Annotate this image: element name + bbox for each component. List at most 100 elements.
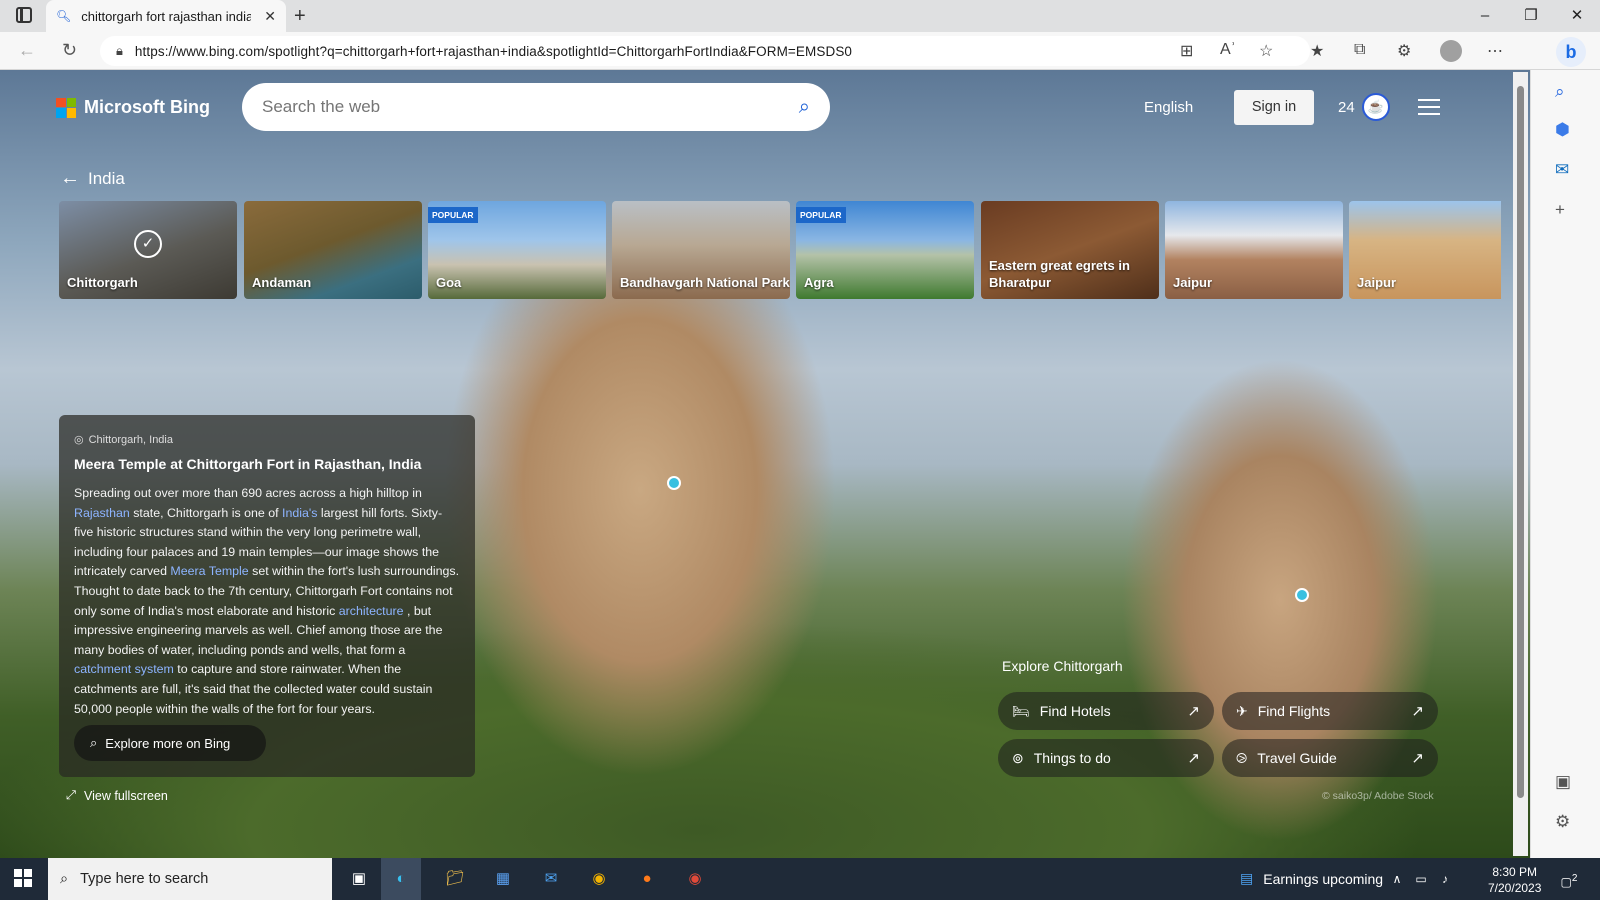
add-sidebar-app-icon[interactable]: + [1555,200,1565,220]
file-explorer-icon[interactable]: 📁︎ [442,866,468,892]
card-bandhavgarh[interactable]: Bandhavgarh National Park [612,201,790,299]
hamburger-menu-icon[interactable] [1418,99,1440,120]
things-to-do-button[interactable]: ⊚ Things to do ↗ [998,739,1214,777]
card-agra[interactable]: POPULAR Agra [796,201,974,299]
rewards-trophy-icon[interactable]: ☕ [1362,93,1390,121]
find-hotels-button[interactable]: 🛏︎ Find Hotels ↗ [998,692,1214,730]
taskbar-search[interactable]: ⌕ Type here to search [48,858,332,900]
url-text[interactable]: https://www.bing.com/spotlight?q=chittor… [135,44,852,59]
link-architecture[interactable]: architecture [339,604,404,618]
notifications-icon[interactable]: ▢2 [1556,866,1582,892]
card-chittorgarh[interactable]: ✓ Chittorgarh [59,201,237,299]
hotspot-dot[interactable] [1295,588,1309,602]
card-bharatpur[interactable]: Eastern great egrets in Bharatpur [981,201,1159,299]
active-tab[interactable]: 🔍︎ chittorgarh fort rajasthan india - ✕ [46,0,286,32]
card-goa[interactable]: POPULAR Goa [428,201,606,299]
find-flights-button[interactable]: ✈ Find Flights ↗ [1222,692,1438,730]
window-controls: – ❐ ✕ [1462,0,1600,32]
selected-check-icon: ✓ [134,230,162,258]
refresh-icon[interactable]: ↻ [62,40,77,61]
link-meera-temple[interactable]: Meera Temple [170,564,248,578]
lock-icon[interactable]: 🔒︎ [116,43,123,59]
sidebar-tools-icon[interactable]: ⬢ [1555,120,1570,140]
hotspot-dot[interactable] [667,476,681,490]
minimize-icon[interactable]: – [1462,0,1508,32]
location-pin-icon: ◎ [74,434,84,446]
clock-date: 7/20/2023 [1488,881,1542,895]
close-tab-icon[interactable]: ✕ [264,8,276,25]
card-label: Chittorgarh [67,275,138,290]
popular-badge: POPULAR [796,207,846,223]
more-icon[interactable]: ⋯ [1487,41,1503,61]
brand-name: Microsoft Bing [84,97,210,117]
search-icon[interactable]: ⌕ [799,96,810,119]
card-andaman[interactable]: Andaman [244,201,422,299]
read-aloud-icon[interactable]: Aʾ [1220,41,1236,59]
address-bar-row: ← ↻ 🔒︎ https://www.bing.com/spotlight?q=… [0,32,1600,70]
card-label: Jaipur [1173,275,1213,290]
card-jaipur-2[interactable]: Jaipur [1349,201,1501,299]
mail-icon[interactable]: ✉ [538,866,564,892]
outlook-icon[interactable]: ✉ [1555,160,1569,180]
news-text: Earnings upcoming [1263,870,1384,887]
bed-icon: 🛏︎ [1012,702,1030,719]
card-jaipur-1[interactable]: Jaipur [1165,201,1343,299]
windows-start-icon[interactable] [14,869,32,887]
settings-icon[interactable]: ⚙ [1555,812,1570,832]
scrollbar-thumb[interactable] [1517,86,1524,798]
link-india[interactable]: India's [282,506,317,520]
search-box[interactable]: ⌕ [242,83,830,131]
profile-avatar[interactable] [1440,40,1462,62]
tray-overflow-icon[interactable]: ∧ [1384,866,1410,892]
text: state, Chittorgarh is one of [129,505,283,520]
sidebar-panel-icon[interactable]: ▣ [1555,772,1571,792]
address-field[interactable]: 🔒︎ https://www.bing.com/spotlight?q=chit… [100,36,1310,66]
location-row: ◎ Chittorgarh, India [74,433,460,447]
restore-icon[interactable]: ❐ [1508,0,1554,32]
news-widget[interactable]: ▤ Earnings upcoming [1240,870,1383,887]
edge-taskbar-icon[interactable]: ◐ [381,858,421,900]
travel-guide-button[interactable]: ⧁ Travel Guide ↗ [1222,739,1438,777]
collections-icon[interactable]: ⧉ [1354,41,1365,59]
search-icon: ⌕ [90,735,98,750]
bing-copilot-icon[interactable]: b [1556,37,1586,67]
sign-in-button[interactable]: Sign in [1234,90,1314,125]
store-icon[interactable]: ▦ [490,866,516,892]
network-icon[interactable]: ▭ [1408,866,1434,892]
firefox-icon[interactable]: ● [634,866,660,892]
sidebar-search-icon[interactable]: ⌕ [1555,82,1565,102]
airplane-icon: ✈ [1236,702,1248,719]
popular-badge: POPULAR [428,207,478,223]
app-available-icon[interactable]: ⊞ [1180,41,1193,61]
favorites-icon[interactable]: ★ [1310,41,1324,61]
external-link-icon: ↗ [1411,703,1424,720]
binoculars-icon: ⊚ [1012,749,1024,766]
link-catchment-system[interactable]: catchment system [74,662,174,676]
explore-heading: Explore Chittorgarh [1002,658,1123,674]
extensions-icon[interactable]: ⚙ [1397,41,1411,61]
clock-time: 8:30 PM [1492,865,1538,879]
link-rajasthan[interactable]: Rajasthan [74,506,130,520]
new-tab-icon[interactable]: + [294,5,306,28]
tab-actions-icon[interactable] [16,7,32,23]
search-icon: ⌕ [60,871,69,887]
chrome-icon[interactable]: ◉ [586,866,612,892]
task-view-icon[interactable]: ▣ [346,866,372,892]
search-input[interactable] [262,97,799,117]
bing-logo[interactable]: Microsoft Bing [56,97,210,118]
close-window-icon[interactable]: ✕ [1554,0,1600,32]
back-icon[interactable]: ← [18,40,36,61]
info-panel: ◎ Chittorgarh, India Meera Temple at Chi… [59,415,475,777]
card-label: Jaipur [1357,275,1397,290]
chrome-profile-icon[interactable]: ◉ [682,866,708,892]
language-link[interactable]: English [1144,99,1193,116]
back-label: India [88,168,125,188]
rewards-points[interactable]: 24 [1338,99,1355,116]
explore-more-button[interactable]: ⌕ Explore more on Bing [74,725,266,761]
page-scrollbar[interactable] [1513,72,1528,856]
view-fullscreen-link[interactable]: ⤢ View fullscreen [66,788,168,803]
favorite-star-icon[interactable]: ☆ [1259,41,1273,61]
volume-icon[interactable]: ♪ [1432,866,1458,892]
system-clock[interactable]: 8:30 PM 7/20/2023 [1488,864,1541,896]
back-to-india[interactable]: ← India [60,167,125,190]
